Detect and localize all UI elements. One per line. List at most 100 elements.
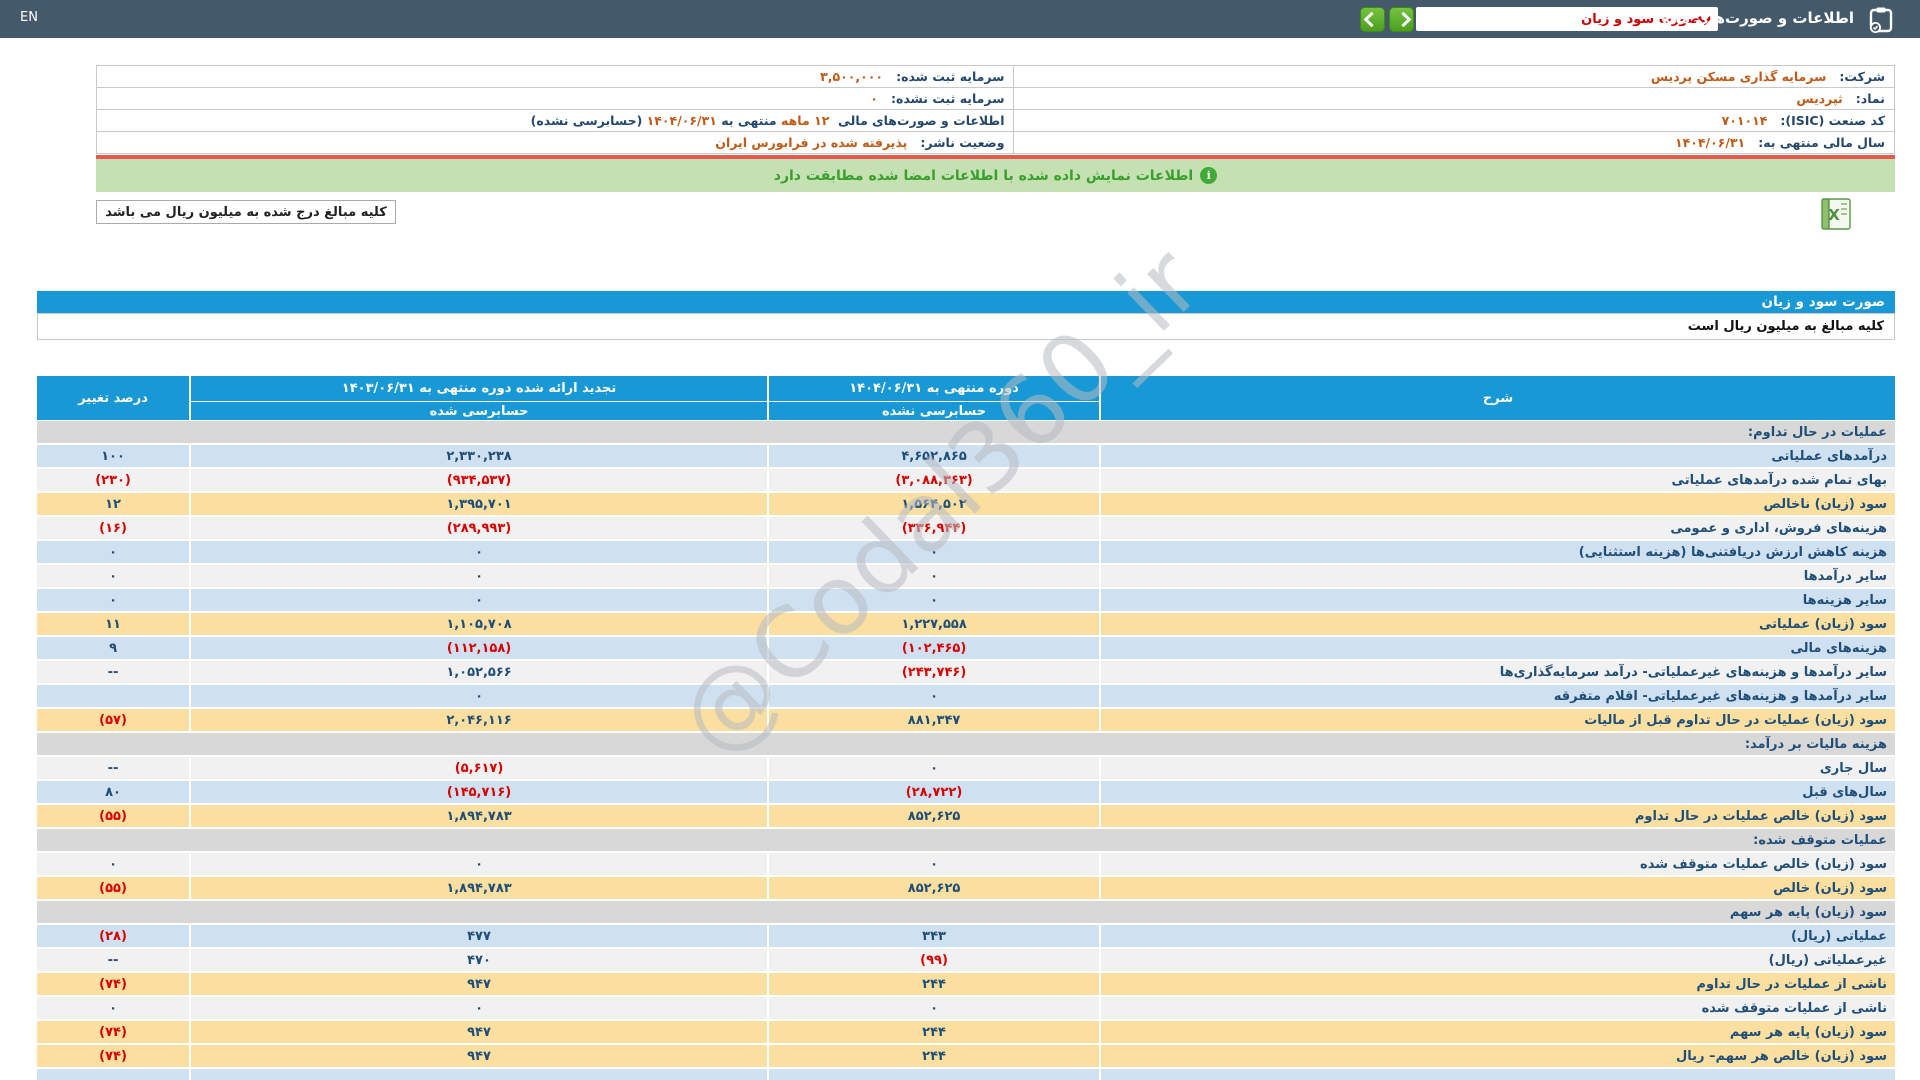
cell-value: (۹۹) [920, 952, 948, 968]
row-change-cell: ۰ [37, 541, 189, 563]
cell-value: (۳۳۶,۹۴۴) [901, 520, 967, 536]
cell-value: ۰ [475, 568, 483, 584]
row-current-cell: ۸۵۲,۶۲۵ [767, 805, 1099, 827]
row-label: سایر هزینه‌ها [1099, 589, 1895, 611]
company-info-cell: سرمایه ثبت نشده: ۰ [97, 88, 1013, 109]
info-icon: i [1200, 167, 1218, 184]
row-label: سود (زیان) خالص عملیات متوقف شده [1099, 853, 1895, 875]
row-label: سایر درآمدها و هزینه‌های غیرعملیاتی- اقل… [1099, 685, 1895, 707]
top-navigation-bar: EN صورت سود و زیان اطلاعات و صورت‌های ما… [0, 0, 1920, 38]
row-current-cell: (۹۹) [767, 949, 1099, 971]
cell-value: ۸۸۱,۳۴۷ [907, 712, 961, 728]
row-current-cell: ۱,۲۲۷,۵۵۸ [767, 613, 1099, 635]
row-change-cell: ۰ [37, 565, 189, 587]
next-statement-button[interactable] [1389, 7, 1414, 32]
cell-value: (۷۴) [99, 976, 127, 992]
company-info-cell: اطلاعات و صورت‌های مالی ۱۲ ماهه منتهی به… [97, 110, 1013, 131]
info-label: وضعیت ناشر: [907, 135, 1005, 150]
row-label: هزینه‌های فروش، اداری و عمومی [1099, 517, 1895, 539]
info-label: اطلاعات و صورت‌های مالی [829, 113, 1005, 128]
row-change-cell: ۰ [37, 853, 189, 875]
row-change-cell: ۱۲ [37, 493, 189, 515]
statement-amounts-note-row: کلیه مبالغ به میلیون ریال است [37, 313, 1895, 340]
row-current-cell: (۲۴۳,۷۴۶) [767, 661, 1099, 683]
chevron-left-icon [1363, 11, 1379, 28]
table-row: سایر درآمدها ۰ ۰ ۰ [37, 565, 1895, 589]
info-value: ۰ [865, 91, 878, 106]
cell-value: (۱۴۵,۷۱۶) [446, 784, 512, 800]
company-info-cell: شرکت: سرمایه گذاری مسکن پردیس [1013, 66, 1894, 87]
cell-value: (۵,۶۱۷) [454, 760, 504, 776]
cell-value: -- [107, 952, 119, 968]
info-label: سال مالی منتهی به: [1745, 135, 1885, 150]
row-change-cell: (۲۳۰) [37, 469, 189, 491]
section-label: عملیات متوقف شده: [1753, 832, 1887, 848]
company-info-row: سال مالی منتهی به: ۱۴۰۴/۰۶/۳۱ وضعیت ناشر… [96, 132, 1895, 154]
svg-text:X: X [1828, 206, 1840, 224]
excel-export-icon[interactable]: X [1820, 196, 1852, 236]
row-prior-cell: ۰ [189, 685, 767, 707]
row-change-cell: ۱۱ [37, 613, 189, 635]
row-current-cell: ۰ [767, 541, 1099, 563]
row-current-cell: ۲۴۴ [767, 973, 1099, 995]
cell-value: (۹۳۴,۵۳۷) [446, 472, 512, 488]
cell-value: (۲۸) [99, 928, 127, 944]
cell-value: ۰ [930, 1000, 939, 1016]
table-row: سود (زیان) پایه هر سهم ۲۴۴ ۹۴۷ (۷۴) [37, 1021, 1895, 1045]
clipboard-icon [1868, 6, 1894, 37]
previous-statement-button[interactable] [1360, 7, 1385, 32]
cell-value: ۲۴۴ [922, 976, 946, 992]
row-prior-cell: ۹۴۷ [189, 973, 767, 995]
language-switch-en[interactable]: EN [20, 10, 38, 25]
cell-value: ۰ [109, 544, 117, 560]
table-row: سود (زیان) عملیات در حال تداوم قبل از ما… [37, 709, 1895, 733]
cell-value: (۲۳۰) [95, 472, 131, 488]
cell-value: ۱,۳۹۵,۷۰۱ [446, 496, 512, 512]
table-row: درآمدهای عملیاتی ۴,۶۵۲,۸۶۵ ۲,۳۳۰,۲۳۸ ۱۰۰ [37, 445, 1895, 469]
cell-value: ۰ [930, 568, 939, 584]
info-value: ثپردیس [1792, 91, 1843, 106]
cell-value: (۱۱۲,۱۵۸) [446, 640, 512, 656]
table-row: غیرعملیاتی (ریال) (۹۹) ۴۷۰ -- [37, 949, 1895, 973]
cell-value: ۰ [930, 592, 939, 608]
company-info-cell: کد صنعت (ISIC): ۷۰۱۰۱۴ [1013, 110, 1894, 131]
cell-value: (۳,۰۸۸,۳۶۳) [895, 472, 973, 488]
table-section-row: سود (زیان) پایه هر سهم [37, 901, 1895, 925]
row-current-cell: (۳,۰۸۸,۳۶۳) [767, 469, 1099, 491]
info-value: ۳,۵۰۰,۰۰۰ [815, 69, 884, 84]
info-value: ۱۴۰۴/۰۶/۳۱ [1670, 135, 1746, 150]
cell-value: (۷۴) [99, 1048, 127, 1064]
cell-value: ۰ [475, 1000, 483, 1016]
row-prior-cell: ۰ [189, 853, 767, 875]
cell-value: (۲۸,۷۲۲) [905, 784, 963, 800]
cell-value: ۸۵۲,۶۲۵ [907, 880, 961, 896]
company-info-row: نماد: ثپردیس سرمایه ثبت نشده: ۰ [96, 88, 1895, 110]
signature-match-text: اطلاعات نمایش داده شده با اطلاعات امضا ش… [773, 167, 1194, 184]
row-change-cell: -- [37, 661, 189, 683]
row-current-cell: ۳۴۳ [767, 925, 1099, 947]
row-change-cell: (۷۴) [37, 1045, 189, 1067]
row-change-cell: -- [37, 949, 189, 971]
statement-title: صورت سود و زیان [1761, 294, 1885, 310]
row-current-cell: ۱,۵۶۴,۵۰۲ [767, 493, 1099, 515]
row-current-cell: ۲۴۴ [767, 1045, 1099, 1067]
row-label: ناشی از عملیات متوقف شده [1099, 997, 1895, 1019]
row-prior-cell: ۱,۱۰۵,۷۰۸ [189, 613, 767, 635]
row-prior-cell: ۴۷۰ [189, 949, 767, 971]
row-current-cell: ۰ [767, 685, 1099, 707]
row-prior-cell [189, 1069, 767, 1080]
cell-value: ۰ [475, 592, 483, 608]
table-row: سود (زیان) خالص عملیات در حال تداوم ۸۵۲,۶… [37, 805, 1895, 829]
row-change-cell: ۹ [37, 637, 189, 659]
info-label: سرمایه ثبت نشده: [877, 91, 1005, 106]
cell-value: ۱,۱۰۵,۷۰۸ [446, 616, 512, 632]
cell-value: ۰ [475, 856, 483, 872]
row-label: ناشی از عملیات در حال تداوم [1099, 973, 1895, 995]
row-change-cell: ۰ [37, 589, 189, 611]
row-label: سایر درآمدها [1099, 565, 1895, 587]
table-row: هزینه‌های فروش، اداری و عمومی (۳۳۶,۹۴۴) (۲… [37, 517, 1895, 541]
cell-value: ۴۷۰ [467, 952, 491, 968]
row-prior-cell: (۵,۶۱۷) [189, 757, 767, 779]
row-label [1099, 1069, 1895, 1080]
cell-value: ۲,۳۳۰,۲۳۸ [446, 448, 512, 464]
